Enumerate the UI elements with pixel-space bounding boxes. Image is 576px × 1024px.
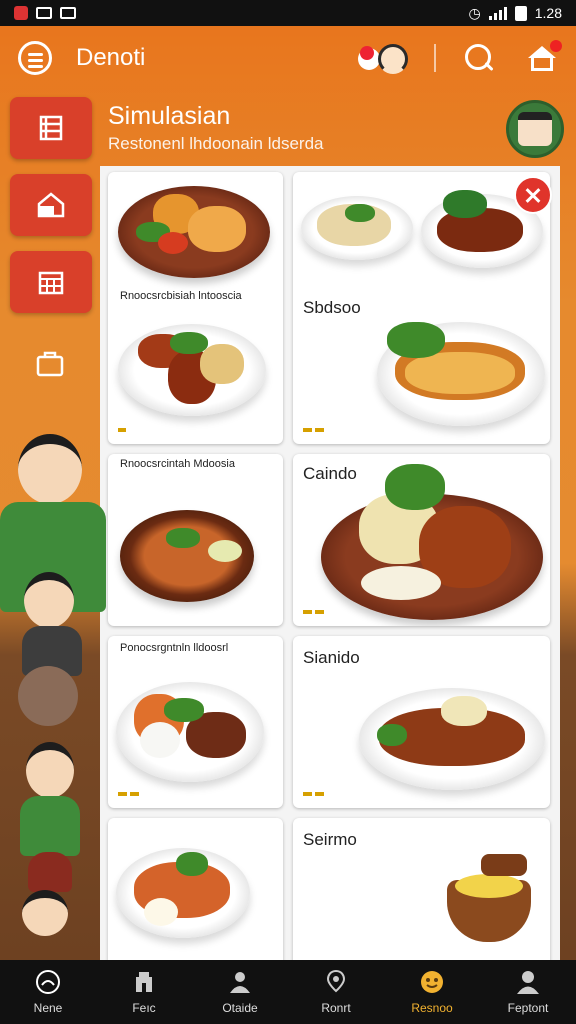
person-icon (230, 972, 250, 993)
divider (434, 44, 436, 72)
search-icon[interactable] (462, 41, 496, 75)
staff-character (14, 742, 94, 942)
nav-restaurant[interactable]: Resnoo (384, 960, 480, 1024)
nav-store[interactable]: Feıc (96, 960, 192, 1024)
app-bar: Denoti (0, 26, 576, 90)
nav-profile[interactable]: Feptont (480, 960, 576, 1024)
battery-icon (514, 5, 527, 21)
calendar-icon (38, 271, 64, 295)
menu-card[interactable]: Caindo (293, 454, 550, 626)
card-indicator (303, 610, 324, 614)
card-title: Sbdsoo (303, 298, 361, 317)
card-indicator (303, 428, 324, 432)
location-pin-icon (326, 969, 346, 993)
notification-icon (36, 7, 52, 19)
menu-card[interactable]: Sbdsoo (293, 172, 550, 444)
mascot-icon (421, 971, 443, 993)
notification-badge (550, 40, 562, 52)
status-time: 1.28 (534, 5, 562, 21)
menu-list-icon (39, 115, 63, 141)
rail-menu-button[interactable] (10, 97, 92, 159)
menu-icon[interactable] (18, 41, 52, 75)
profile-avatar[interactable] (506, 100, 564, 158)
close-button[interactable] (514, 176, 552, 214)
card-label: Rnoocsrcbisiah lntooscia (120, 290, 242, 302)
house-icon (37, 192, 65, 218)
card-indicator (118, 792, 139, 796)
profile-icon (517, 971, 539, 994)
nav-person[interactable]: Otaide (192, 960, 288, 1024)
app-title: Denoti (76, 44, 146, 71)
card-title: Caindo (303, 464, 357, 483)
bag-icon (36, 351, 64, 377)
card-title: Seirmo (303, 830, 357, 849)
restaurant-name: Simulasian (108, 102, 231, 130)
home-circle-icon (36, 970, 60, 994)
scooter-icon (18, 666, 78, 726)
nav-home[interactable]: Nene (0, 960, 96, 1024)
status-bar: ◷ 1.28 (0, 0, 576, 26)
rail-bag-button[interactable] (30, 342, 70, 382)
app-notification-icon (14, 6, 28, 20)
store-icon (136, 972, 152, 992)
card-label: Rnoocsrcintah Mdoosia (120, 458, 235, 470)
mascot-avatar-icon[interactable] (358, 38, 410, 78)
menu-card[interactable]: Sianido (293, 636, 550, 808)
signal-icon (488, 6, 507, 20)
card-indicator (303, 792, 324, 796)
restaurant-subtitle: Restonenl lhdoonain ldserda (108, 134, 324, 153)
message-icon (60, 7, 76, 19)
menu-card[interactable]: Ponocsrgntnln lldoosrl (108, 636, 283, 808)
waiter-character (0, 426, 110, 676)
alarm-icon: ◷ (468, 4, 481, 21)
menu-card[interactable]: Rnoocsrcintah Mdoosia (108, 454, 283, 626)
bottom-navigation: Nene Feıc Otaide Ronrt Resnoo Feptont (0, 960, 576, 1024)
rail-home-button[interactable] (10, 174, 92, 236)
card-title: Sianido (303, 648, 360, 667)
menu-card[interactable]: Rnoocsrcbisiah lntooscia (108, 172, 283, 444)
card-label: Ponocsrgntnln lldoosrl (120, 642, 229, 654)
card-indicator (118, 428, 126, 432)
rail-calendar-button[interactable] (10, 251, 92, 313)
home-icon[interactable] (526, 40, 562, 74)
nav-location[interactable]: Ronrt (288, 960, 384, 1024)
menu-card[interactable]: Seirmo (293, 818, 550, 968)
menu-card[interactable] (108, 818, 283, 968)
